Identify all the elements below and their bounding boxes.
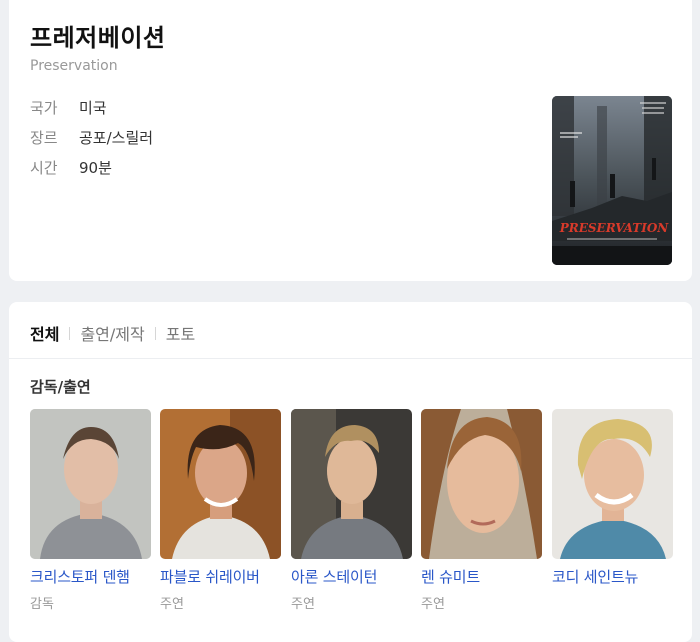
tab-separator <box>154 326 156 340</box>
info-label: 국가 <box>30 99 58 117</box>
poster-title-text: PRESERVATION <box>559 221 670 235</box>
info-row-genre: 장르 공포/스릴러 <box>30 127 153 148</box>
info-label: 시간 <box>30 159 58 177</box>
person-card[interactable]: 렌 슈미트 주연 <box>421 409 542 612</box>
person-role: 감독 <box>30 597 54 612</box>
person-photo <box>291 409 412 559</box>
info-row-country: 국가 미국 <box>30 97 107 118</box>
section-title: 감독/출연 <box>30 378 91 396</box>
person-role: 주연 <box>160 597 184 612</box>
movie-original-title: Preservation <box>30 58 118 74</box>
person-photo <box>30 409 151 559</box>
info-label: 장르 <box>30 129 58 147</box>
person-name[interactable]: 코디 세인트뉴 <box>552 566 673 587</box>
person-name[interactable]: 렌 슈미트 <box>421 566 542 587</box>
person-card[interactable]: 크리스토퍼 덴햄 감독 <box>30 409 151 612</box>
info-value: 90분 <box>79 159 112 177</box>
person-card[interactable]: 아론 스테이턴 주연 <box>291 409 412 612</box>
person-photo <box>552 409 673 559</box>
person-name[interactable]: 크리스토퍼 덴햄 <box>30 566 151 587</box>
info-value: 미국 <box>79 99 107 117</box>
info-value: 공포/스릴러 <box>79 129 154 147</box>
movie-poster[interactable]: PRESERVATION <box>552 96 672 265</box>
person-card[interactable]: 파블로 쉬레이버 주연 <box>160 409 281 612</box>
poster-image: PRESERVATION <box>552 96 672 265</box>
info-row-runtime: 시간 90분 <box>30 157 112 178</box>
movie-info-card: 프레저베이션 Preservation 국가 미국 장르 공포/스릴러 시간 90분 <box>9 0 692 281</box>
person-role: 주연 <box>421 597 445 612</box>
person-name[interactable]: 파블로 쉬레이버 <box>160 566 281 587</box>
tab-separator <box>69 326 71 340</box>
tabs-divider <box>9 358 692 359</box>
person-role: 주연 <box>291 597 315 612</box>
person-name[interactable]: 아론 스테이턴 <box>291 566 412 587</box>
tab-all[interactable]: 전체 <box>30 321 59 345</box>
person-photo <box>421 409 542 559</box>
tab-bar: 전체 출연/제작 포토 <box>30 321 195 345</box>
person-card[interactable]: 코디 세인트뉴 <box>552 409 673 593</box>
tab-photos[interactable]: 포토 <box>166 321 195 345</box>
tab-cast-crew[interactable]: 출연/제작 <box>80 321 144 345</box>
cast-crew-card: 전체 출연/제작 포토 감독/출연 크리스토퍼 덴햄 감독 파블로 쉬레이버 주… <box>9 302 692 642</box>
person-photo <box>160 409 281 559</box>
movie-title: 프레저베이션 <box>30 24 166 52</box>
